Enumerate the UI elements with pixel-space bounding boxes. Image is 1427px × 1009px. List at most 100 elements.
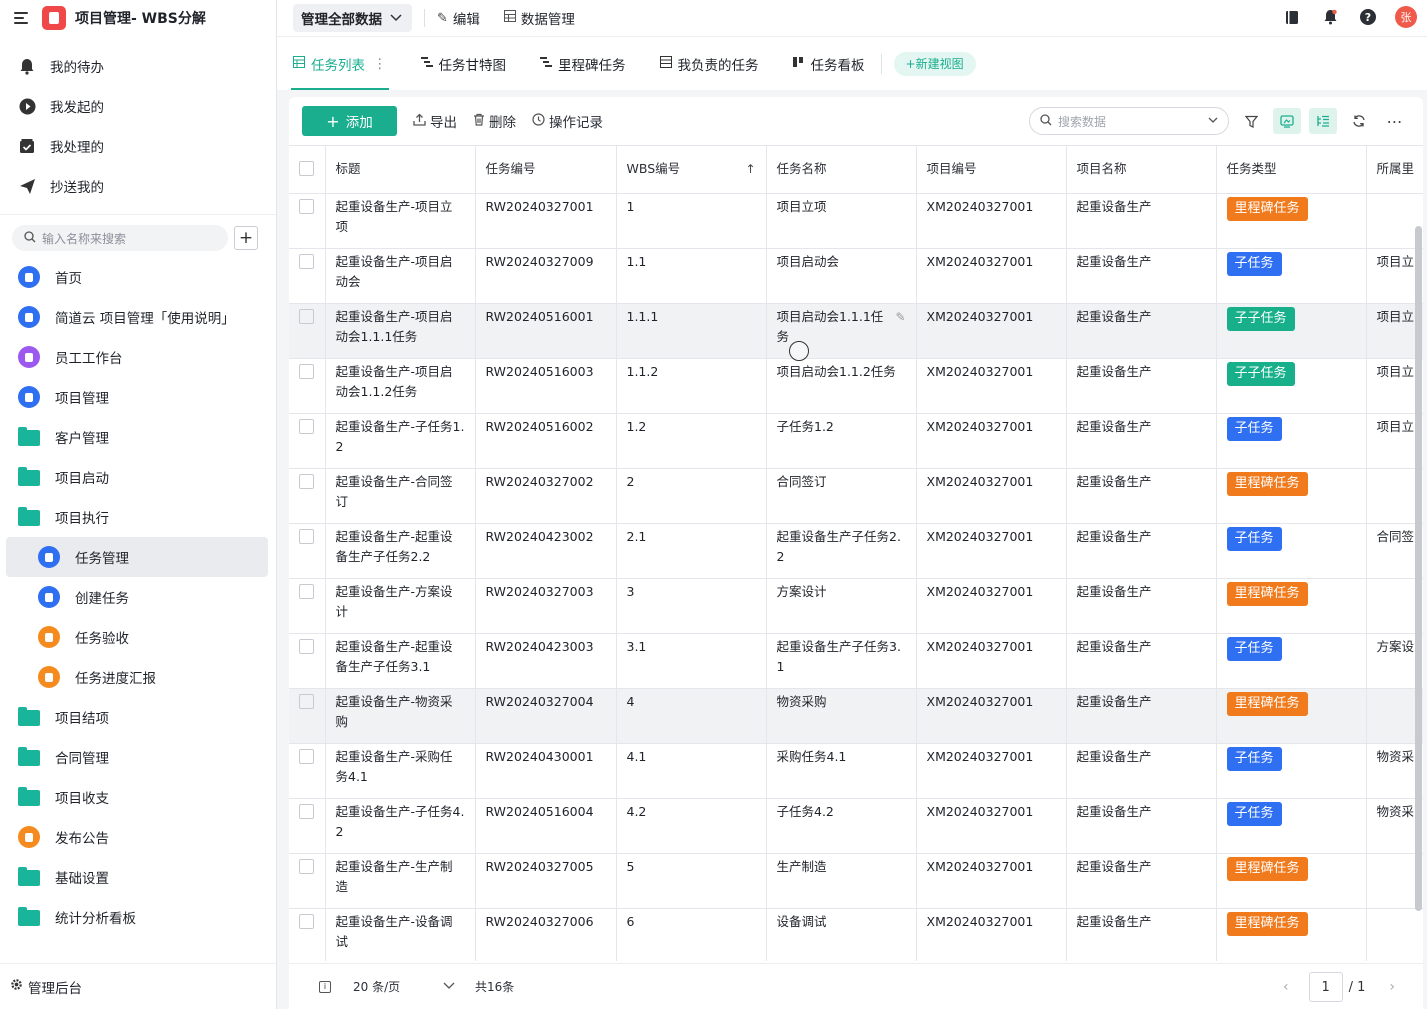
- nav-item[interactable]: 统计分析看板: [0, 897, 276, 937]
- refresh-icon[interactable]: [1345, 108, 1373, 134]
- nav-item[interactable]: 项目结项: [0, 697, 276, 737]
- table-row[interactable]: 起重设备生产-起重设备生产子任务3.1 RW20240423003 3.1 起重设备生…: [289, 633, 1423, 689]
- nav-item[interactable]: 合同管理: [0, 737, 276, 777]
- table-row[interactable]: 起重设备生产-项目立项 RW20240327001 1 项目立项 XM202403270…: [289, 193, 1423, 249]
- data-manage-button[interactable]: 数据管理: [503, 8, 575, 28]
- table-row[interactable]: 起重设备生产-项目启动会1.1.1任务 RW20240516001 1.1.1 ✎ 项目…: [289, 303, 1423, 359]
- display-settings-icon[interactable]: [1273, 108, 1301, 134]
- prev-page-icon[interactable]: ‹: [1283, 979, 1289, 995]
- row-checkbox-cell[interactable]: [289, 908, 326, 961]
- filter-icon[interactable]: [1237, 108, 1265, 134]
- tab-2[interactable]: 任务甘特图: [419, 37, 509, 90]
- quick-item[interactable]: 我发起的: [0, 86, 276, 126]
- row-checkbox[interactable]: [299, 748, 315, 764]
- nav-item[interactable]: 员工工作台: [0, 337, 276, 377]
- row-checkbox[interactable]: [299, 418, 315, 434]
- nav-item[interactable]: 项目收支: [0, 777, 276, 817]
- quick-item[interactable]: 我处理的: [0, 126, 276, 166]
- row-checkbox[interactable]: [299, 253, 315, 269]
- column-header[interactable]: 项目编号: [916, 146, 1067, 194]
- chevron-down-icon[interactable]: [443, 980, 455, 993]
- table-row[interactable]: 起重设备生产-子任务4.2 RW20240516004 4.2 子任务4.2 XM202…: [289, 798, 1423, 854]
- edit-button[interactable]: ✎ 编辑: [437, 8, 480, 29]
- delete-button[interactable]: 删除: [473, 111, 516, 131]
- row-checkbox-cell[interactable]: [289, 358, 326, 414]
- tab-1[interactable]: 任务列表 ⋮: [291, 37, 389, 90]
- select-all-checkbox-cell[interactable]: [289, 146, 326, 194]
- row-checkbox[interactable]: [299, 308, 315, 324]
- admin-backend-link[interactable]: 管理后台: [0, 963, 276, 1009]
- row-checkbox[interactable]: [299, 528, 315, 544]
- row-checkbox-cell[interactable]: [289, 743, 326, 799]
- data-scope-dropdown[interactable]: 管理全部数据: [293, 4, 412, 32]
- tab-3[interactable]: 里程碑任务: [538, 37, 628, 90]
- column-header[interactable]: WBS编号 ↑: [616, 146, 767, 194]
- row-checkbox-cell[interactable]: [289, 413, 326, 469]
- row-checkbox-cell[interactable]: [289, 688, 326, 744]
- row-checkbox[interactable]: [299, 583, 315, 599]
- table-row[interactable]: 起重设备生产-生产制造 RW20240327005 5 生产制造 XM202403270…: [289, 853, 1423, 909]
- nav-item[interactable]: 发布公告: [0, 817, 276, 857]
- nav-item[interactable]: 基础设置: [0, 857, 276, 897]
- more-vertical-icon[interactable]: ⋮: [373, 56, 387, 72]
- column-header[interactable]: 任务编号: [475, 146, 617, 194]
- row-checkbox-cell[interactable]: [289, 853, 326, 909]
- row-checkbox-cell[interactable]: [289, 633, 326, 689]
- notification-bell-icon[interactable]: [1319, 6, 1341, 28]
- column-header[interactable]: 所属里: [1366, 146, 1423, 194]
- nav-item[interactable]: 项目启动: [0, 457, 276, 497]
- table-row[interactable]: 起重设备生产-物资采购 RW20240327004 4 物资采购 XM202403270…: [289, 688, 1423, 744]
- row-checkbox[interactable]: [299, 473, 315, 489]
- row-checkbox[interactable]: [299, 803, 315, 819]
- row-checkbox-cell[interactable]: [289, 468, 326, 524]
- row-checkbox[interactable]: [299, 913, 315, 929]
- column-header[interactable]: 项目名称: [1066, 146, 1217, 194]
- menu-icon[interactable]: [14, 12, 30, 24]
- column-header[interactable]: 任务类型: [1216, 146, 1367, 194]
- column-header[interactable]: 标题: [325, 146, 476, 194]
- row-checkbox[interactable]: [299, 198, 315, 214]
- quick-item[interactable]: 抄送我的: [0, 166, 276, 206]
- row-checkbox-cell[interactable]: [289, 193, 326, 249]
- table-row[interactable]: 起重设备生产-方案设计 RW20240327003 3 方案设计 XM202403270…: [289, 578, 1423, 634]
- table-row[interactable]: 起重设备生产-子任务1.2 RW20240516002 1.2 子任务1.2 XM202…: [289, 413, 1423, 469]
- tab-5[interactable]: 任务看板: [791, 37, 867, 90]
- new-view-button[interactable]: + 新建视图: [893, 51, 976, 76]
- tree-view-icon[interactable]: [1309, 108, 1337, 134]
- row-checkbox-cell[interactable]: [289, 798, 326, 854]
- export-button[interactable]: 导出: [413, 111, 457, 131]
- select-all-checkbox[interactable]: [299, 160, 315, 176]
- nav-item[interactable]: 首页: [0, 257, 276, 297]
- table-row[interactable]: 起重设备生产-合同签订 RW20240327002 2 合同签订 XM202403270…: [289, 468, 1423, 524]
- nav-item[interactable]: 项目管理: [0, 377, 276, 417]
- table-row[interactable]: 起重设备生产-项目启动会 RW20240327009 1.1 项目启动会 XM20240…: [289, 248, 1423, 304]
- column-header[interactable]: 任务名称: [766, 146, 917, 194]
- next-page-icon[interactable]: ›: [1389, 979, 1395, 995]
- vertical-scrollbar[interactable]: [1415, 226, 1422, 911]
- user-avatar[interactable]: 张: [1395, 6, 1417, 28]
- row-checkbox[interactable]: [299, 693, 315, 709]
- row-checkbox-cell[interactable]: [289, 248, 326, 304]
- nav-item[interactable]: 简道云 项目管理「使用说明」: [0, 297, 276, 337]
- sort-ascending-icon[interactable]: ↑: [745, 159, 755, 179]
- table-row[interactable]: 起重设备生产-项目启动会1.1.2任务 RW20240516003 1.1.2 项目启…: [289, 358, 1423, 414]
- page-number-input[interactable]: 1: [1308, 972, 1343, 1002]
- table-row[interactable]: 起重设备生产-采购任务4.1 RW20240430001 4.1 采购任务4.1 XM2…: [289, 743, 1423, 799]
- pencil-icon[interactable]: ✎: [895, 307, 905, 327]
- add-menu-button[interactable]: +: [234, 226, 258, 250]
- row-checkbox-cell[interactable]: [289, 578, 326, 634]
- operation-log-button[interactable]: 操作记录: [532, 111, 603, 131]
- table-row[interactable]: 起重设备生产-起重设备生产子任务2.2 RW20240423002 2.1 起重设备生…: [289, 523, 1423, 579]
- table-row[interactable]: 起重设备生产-设备调试 RW20240327006 6 设备调试 XM202403270…: [289, 908, 1423, 961]
- nav-item[interactable]: 项目执行: [0, 497, 276, 537]
- nav-item[interactable]: 任务进度汇报: [0, 657, 276, 697]
- table-search-input[interactable]: 搜索数据: [1029, 107, 1229, 135]
- nav-item[interactable]: 客户管理: [0, 417, 276, 457]
- tab-4[interactable]: 我负责的任务: [658, 37, 761, 90]
- book-icon[interactable]: [1281, 6, 1303, 28]
- row-checkbox-cell[interactable]: [289, 303, 326, 359]
- nav-item[interactable]: 任务管理: [6, 537, 268, 577]
- add-button[interactable]: + 添加: [302, 106, 397, 136]
- help-icon[interactable]: ?: [1357, 6, 1379, 28]
- row-checkbox[interactable]: [299, 363, 315, 379]
